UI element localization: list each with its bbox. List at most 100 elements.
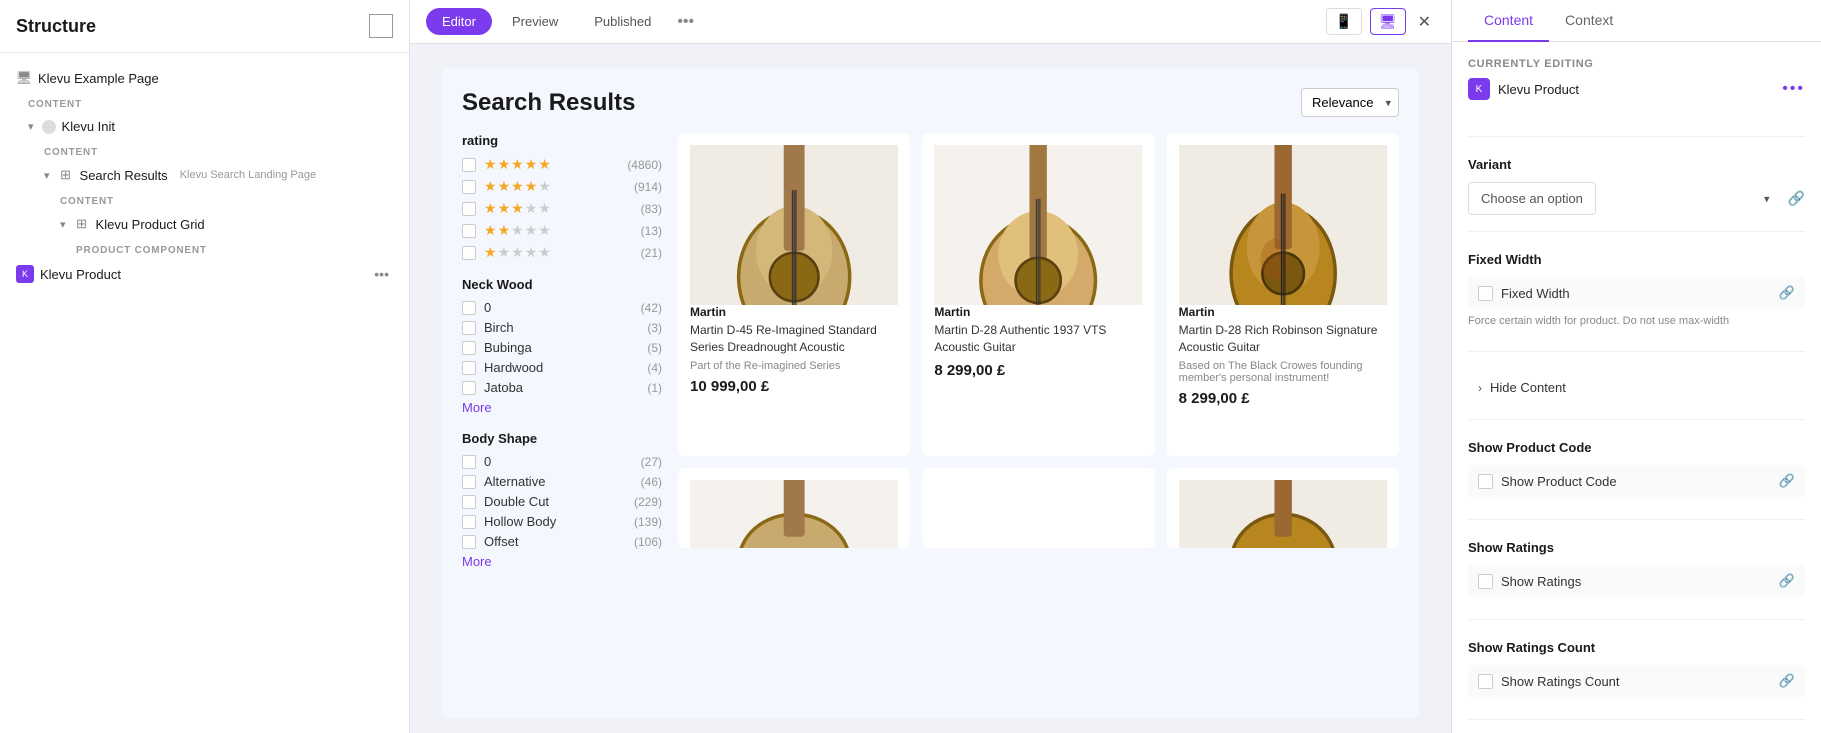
filter-neck-wood-jatoba[interactable]: Jatoba (1) <box>462 380 662 395</box>
product-name-1: Martin D-45 Re-Imagined Standard Series … <box>690 322 898 356</box>
structure-toggle-button[interactable] <box>369 14 393 38</box>
star-5: ★ <box>538 222 551 239</box>
tab-more-button[interactable]: ••• <box>671 8 700 35</box>
filter-neckwood-label: 0 <box>484 300 491 315</box>
filter-checkbox[interactable] <box>462 455 476 469</box>
product-price-3: 8 299,00 £ <box>1179 390 1387 407</box>
filter-body-shape-hollow[interactable]: Hollow Body (139) <box>462 514 662 529</box>
hide-content-row[interactable]: › Hide Content <box>1468 372 1805 403</box>
tree-klevu-product-label: Klevu Product <box>40 267 121 282</box>
filter-rating-5[interactable]: ★★★★★ (4860) <box>462 156 662 173</box>
tab-content[interactable]: Content <box>1468 0 1549 42</box>
filter-body-shape-alternative[interactable]: Alternative (46) <box>462 474 662 489</box>
filter-body-shape-offset[interactable]: Offset (106) <box>462 534 662 549</box>
product-card-5[interactable] <box>922 468 1154 548</box>
tree-page-label: Klevu Example Page <box>38 71 159 86</box>
tab-editor[interactable]: Editor <box>426 8 492 35</box>
currently-editing-menu-button[interactable]: ••• <box>1782 80 1805 98</box>
filter-checkbox[interactable] <box>462 341 476 355</box>
filter-checkbox[interactable] <box>462 361 476 375</box>
filter-rating-1[interactable]: ★★★★★ (21) <box>462 244 662 261</box>
editor-tools: 📱 🖥 ✕ <box>1326 8 1435 36</box>
filter-checkbox[interactable] <box>462 180 476 194</box>
show-ratings-checkbox[interactable] <box>1478 574 1493 589</box>
filter-checkbox[interactable] <box>462 495 476 509</box>
filter-count-3: (83) <box>641 202 662 216</box>
tab-published[interactable]: Published <box>578 8 667 35</box>
hide-content-label: Hide Content <box>1490 380 1566 395</box>
filter-count: (27) <box>641 455 662 469</box>
variant-select[interactable]: Choose an option <box>1468 182 1596 215</box>
filter-count: (1) <box>647 381 662 395</box>
product-card-2[interactable]: Martin Martin D-28 Authentic 1937 VTS Ac… <box>922 133 1154 456</box>
klevu-product-menu-button[interactable]: ••• <box>370 266 393 282</box>
filter-rating-4[interactable]: ★★★★★ (914) <box>462 178 662 195</box>
filter-neck-wood-hardwood[interactable]: Hardwood (4) <box>462 360 662 375</box>
filter-rating-3[interactable]: ★★★★★ (83) <box>462 200 662 217</box>
product-card-6[interactable] <box>1167 468 1399 548</box>
filter-count: (46) <box>641 475 662 489</box>
editor-close-button[interactable]: ✕ <box>1414 8 1435 36</box>
star-4: ★ <box>525 156 538 173</box>
tab-context[interactable]: Context <box>1549 0 1629 42</box>
show-product-code-checkbox[interactable] <box>1478 474 1493 489</box>
filter-checkbox[interactable] <box>462 158 476 172</box>
filter-neck-wood-bubinga[interactable]: Bubinga (5) <box>462 340 662 355</box>
guitar-svg-4 <box>690 480 898 548</box>
tree-item-klevu-product[interactable]: K Klevu Product ••• <box>8 260 401 288</box>
filter-section-neck-wood: Neck Wood 0 (42) Birch (3) <box>462 277 662 415</box>
filter-checkbox[interactable] <box>462 224 476 238</box>
filter-count-5: (4860) <box>627 158 662 172</box>
editor-content: Search Results Relevance ▾ rating <box>410 44 1451 733</box>
filter-checkbox[interactable] <box>462 535 476 549</box>
filter-stars-5: ★★★★★ <box>484 156 551 173</box>
show-ratings-count-section: Show Ratings Count Show Ratings Count 🔗 <box>1468 640 1805 720</box>
filter-checkbox[interactable] <box>462 475 476 489</box>
product-image-2 <box>934 145 1142 305</box>
star-3: ★ <box>511 178 524 195</box>
fixed-width-label: Fixed Width <box>1501 286 1570 301</box>
filter-checkbox[interactable] <box>462 301 476 315</box>
filter-neck-wood-birch[interactable]: Birch (3) <box>462 320 662 335</box>
content-section-label-3: CONTENT <box>8 188 401 211</box>
desktop-view-button[interactable]: 🖥 <box>1370 8 1406 35</box>
mobile-view-button[interactable]: 📱 <box>1326 8 1361 35</box>
body-shape-more-link[interactable]: More <box>462 554 662 569</box>
star-4: ★ <box>525 178 538 195</box>
tree-item-klevu-init[interactable]: ▾ Klevu Init <box>8 114 401 139</box>
filter-checkbox[interactable] <box>462 246 476 260</box>
show-ratings-link-icon[interactable]: 🔗 <box>1779 573 1795 589</box>
tree-item-page[interactable]: 🖥 Klevu Example Page <box>8 65 401 91</box>
filter-stars-4: ★★★★★ <box>484 178 551 195</box>
filter-checkbox[interactable] <box>462 321 476 335</box>
klevu-product-icon: K <box>16 265 34 283</box>
filter-body-shape-double-cut[interactable]: Double Cut (229) <box>462 494 662 509</box>
filter-bodyshape-label: Double Cut <box>484 494 549 509</box>
variant-link-icon[interactable]: 🔗 <box>1788 190 1805 207</box>
fixed-width-checkbox[interactable] <box>1478 286 1493 301</box>
neck-wood-more-link[interactable]: More <box>462 400 662 415</box>
currently-editing-label: Currently Editing <box>1468 58 1805 70</box>
filter-neck-wood-0[interactable]: 0 (42) <box>462 300 662 315</box>
filter-checkbox[interactable] <box>462 515 476 529</box>
search-layout: rating ★★★★★ (4860) ★★★★★ <box>462 133 1399 585</box>
filter-checkbox[interactable] <box>462 202 476 216</box>
product-card-1[interactable]: Martin Martin D-45 Re-Imagined Standard … <box>678 133 910 456</box>
filter-rating-2[interactable]: ★★★★★ (13) <box>462 222 662 239</box>
product-price-1: 10 999,00 £ <box>690 378 898 395</box>
show-ratings-count-link-icon[interactable]: 🔗 <box>1779 673 1795 689</box>
tree-item-product-grid[interactable]: ▾ ⊞ Klevu Product Grid <box>8 211 401 237</box>
product-card-4[interactable] <box>678 468 910 548</box>
tab-preview[interactable]: Preview <box>496 8 574 35</box>
filter-body-shape-0[interactable]: 0 (27) <box>462 454 662 469</box>
tree-item-search-results[interactable]: ▾ ⊞ Search Results Klevu Search Landing … <box>8 162 401 188</box>
relevance-select[interactable]: Relevance <box>1301 88 1399 117</box>
product-card-3[interactable]: Martin Martin D-28 Rich Robinson Signatu… <box>1167 133 1399 456</box>
filter-count-1: (21) <box>641 246 662 260</box>
show-ratings-count-checkbox[interactable] <box>1478 674 1493 689</box>
filter-checkbox[interactable] <box>462 381 476 395</box>
guitar-svg-1 <box>690 145 898 305</box>
show-product-code-link-icon[interactable]: 🔗 <box>1779 473 1795 489</box>
fixed-width-link-icon[interactable]: 🔗 <box>1779 285 1795 301</box>
editor-panel: Editor Preview Published ••• 📱 🖥 ✕ Searc… <box>410 0 1451 733</box>
